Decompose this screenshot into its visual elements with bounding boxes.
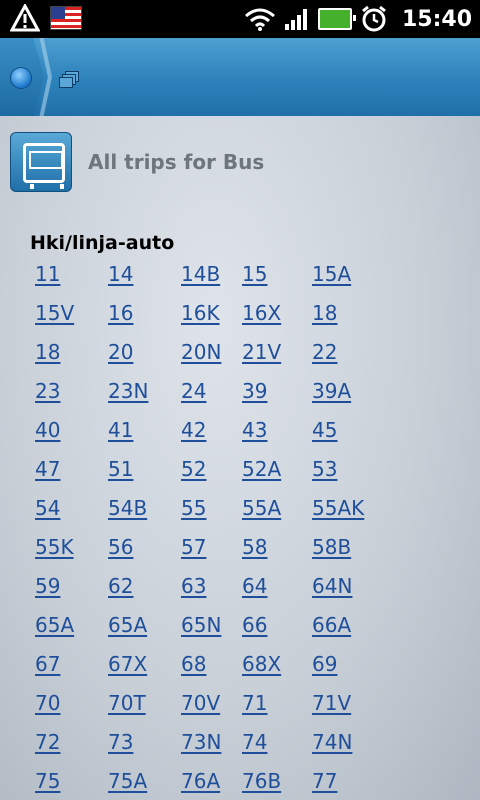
page-title: All trips for Bus: [88, 150, 265, 174]
route-link[interactable]: 69: [312, 652, 337, 676]
route-link[interactable]: 67: [35, 652, 60, 676]
route-link[interactable]: 52: [181, 457, 206, 481]
route-link[interactable]: 53: [312, 457, 337, 481]
route-link[interactable]: 64N: [312, 574, 352, 598]
route-link[interactable]: 67X: [108, 652, 147, 676]
route-link[interactable]: 16X: [242, 301, 281, 325]
route-link[interactable]: 71V: [312, 691, 351, 715]
section-title: Hki/linja-auto: [30, 232, 175, 254]
route-link[interactable]: 20N: [181, 340, 221, 364]
route-link[interactable]: 23: [35, 379, 60, 403]
route-link[interactable]: 39A: [312, 379, 351, 403]
status-bar: 15:40: [0, 0, 480, 38]
route-link[interactable]: 63: [181, 574, 206, 598]
route-link[interactable]: 20: [108, 340, 133, 364]
route-link[interactable]: 11: [35, 262, 60, 286]
route-link[interactable]: 41: [108, 418, 133, 442]
route-link[interactable]: 64: [242, 574, 267, 598]
home-circle-icon[interactable]: [10, 67, 32, 89]
route-link[interactable]: 21V: [242, 340, 281, 364]
route-link[interactable]: 18: [35, 340, 60, 364]
route-link[interactable]: 15A: [312, 262, 351, 286]
status-left-icons: [10, 4, 82, 32]
route-link[interactable]: 71: [242, 691, 267, 715]
route-link[interactable]: 43: [242, 418, 267, 442]
route-link[interactable]: 74: [242, 730, 267, 754]
route-link[interactable]: 52A: [242, 457, 281, 481]
route-link[interactable]: 42: [181, 418, 206, 442]
route-link[interactable]: 68: [181, 652, 206, 676]
route-link[interactable]: 54: [35, 496, 60, 520]
route-link[interactable]: 15: [242, 262, 267, 286]
route-link[interactable]: 59: [35, 574, 60, 598]
route-link[interactable]: 40: [35, 418, 60, 442]
route-link[interactable]: 70: [35, 691, 60, 715]
route-link[interactable]: 75A: [108, 769, 147, 793]
route-link[interactable]: 23N: [108, 379, 148, 403]
route-link[interactable]: 65N: [181, 613, 221, 637]
route-link[interactable]: 73N: [181, 730, 221, 754]
route-link[interactable]: 77: [312, 769, 337, 793]
route-link[interactable]: 66: [242, 613, 267, 637]
route-link[interactable]: 65A: [35, 613, 74, 637]
route-link[interactable]: 73: [108, 730, 133, 754]
alarm-clock-icon: [362, 5, 386, 32]
status-time: 15:40: [401, 6, 472, 32]
route-link[interactable]: 68X: [242, 652, 281, 676]
route-link[interactable]: 45: [312, 418, 337, 442]
route-link[interactable]: 22: [312, 340, 337, 364]
warning-icon: [10, 4, 40, 32]
route-link[interactable]: 24: [181, 379, 206, 403]
route-link[interactable]: 39: [242, 379, 267, 403]
route-link[interactable]: 55: [181, 496, 206, 520]
route-link[interactable]: 65A: [108, 613, 147, 637]
us-flag-icon: [50, 6, 82, 30]
route-link[interactable]: 70V: [181, 691, 220, 715]
route-link[interactable]: 57: [181, 535, 206, 559]
route-link[interactable]: 55AK: [312, 496, 364, 520]
route-link[interactable]: 76B: [242, 769, 281, 793]
route-link[interactable]: 75: [35, 769, 60, 793]
signal-icon: [284, 9, 307, 30]
route-link[interactable]: 70T: [108, 691, 146, 715]
battery-charging-icon: [317, 8, 356, 30]
route-link[interactable]: 14B: [181, 262, 220, 286]
route-link[interactable]: 58B: [312, 535, 351, 559]
status-right-icons: 15:40: [244, 0, 472, 38]
bus-icon: [10, 132, 72, 192]
route-link[interactable]: 56: [108, 535, 133, 559]
route-link[interactable]: 74N: [312, 730, 352, 754]
route-link[interactable]: 72: [35, 730, 60, 754]
route-link[interactable]: 16K: [181, 301, 220, 325]
title-bar: [0, 38, 480, 116]
route-link[interactable]: 55A: [242, 496, 281, 520]
route-link[interactable]: 14: [108, 262, 133, 286]
route-link[interactable]: 66A: [312, 613, 351, 637]
route-link[interactable]: 47: [35, 457, 60, 481]
route-link[interactable]: 51: [108, 457, 133, 481]
wifi-icon: [244, 8, 275, 31]
route-link[interactable]: 58: [242, 535, 267, 559]
route-link[interactable]: 55K: [35, 535, 74, 559]
route-link[interactable]: 76A: [181, 769, 220, 793]
route-link[interactable]: 16: [108, 301, 133, 325]
route-link[interactable]: 54B: [108, 496, 147, 520]
windows-stack-icon[interactable]: [59, 71, 79, 88]
route-link[interactable]: 62: [108, 574, 133, 598]
route-link[interactable]: 18: [312, 301, 337, 325]
route-link[interactable]: 15V: [35, 301, 74, 325]
